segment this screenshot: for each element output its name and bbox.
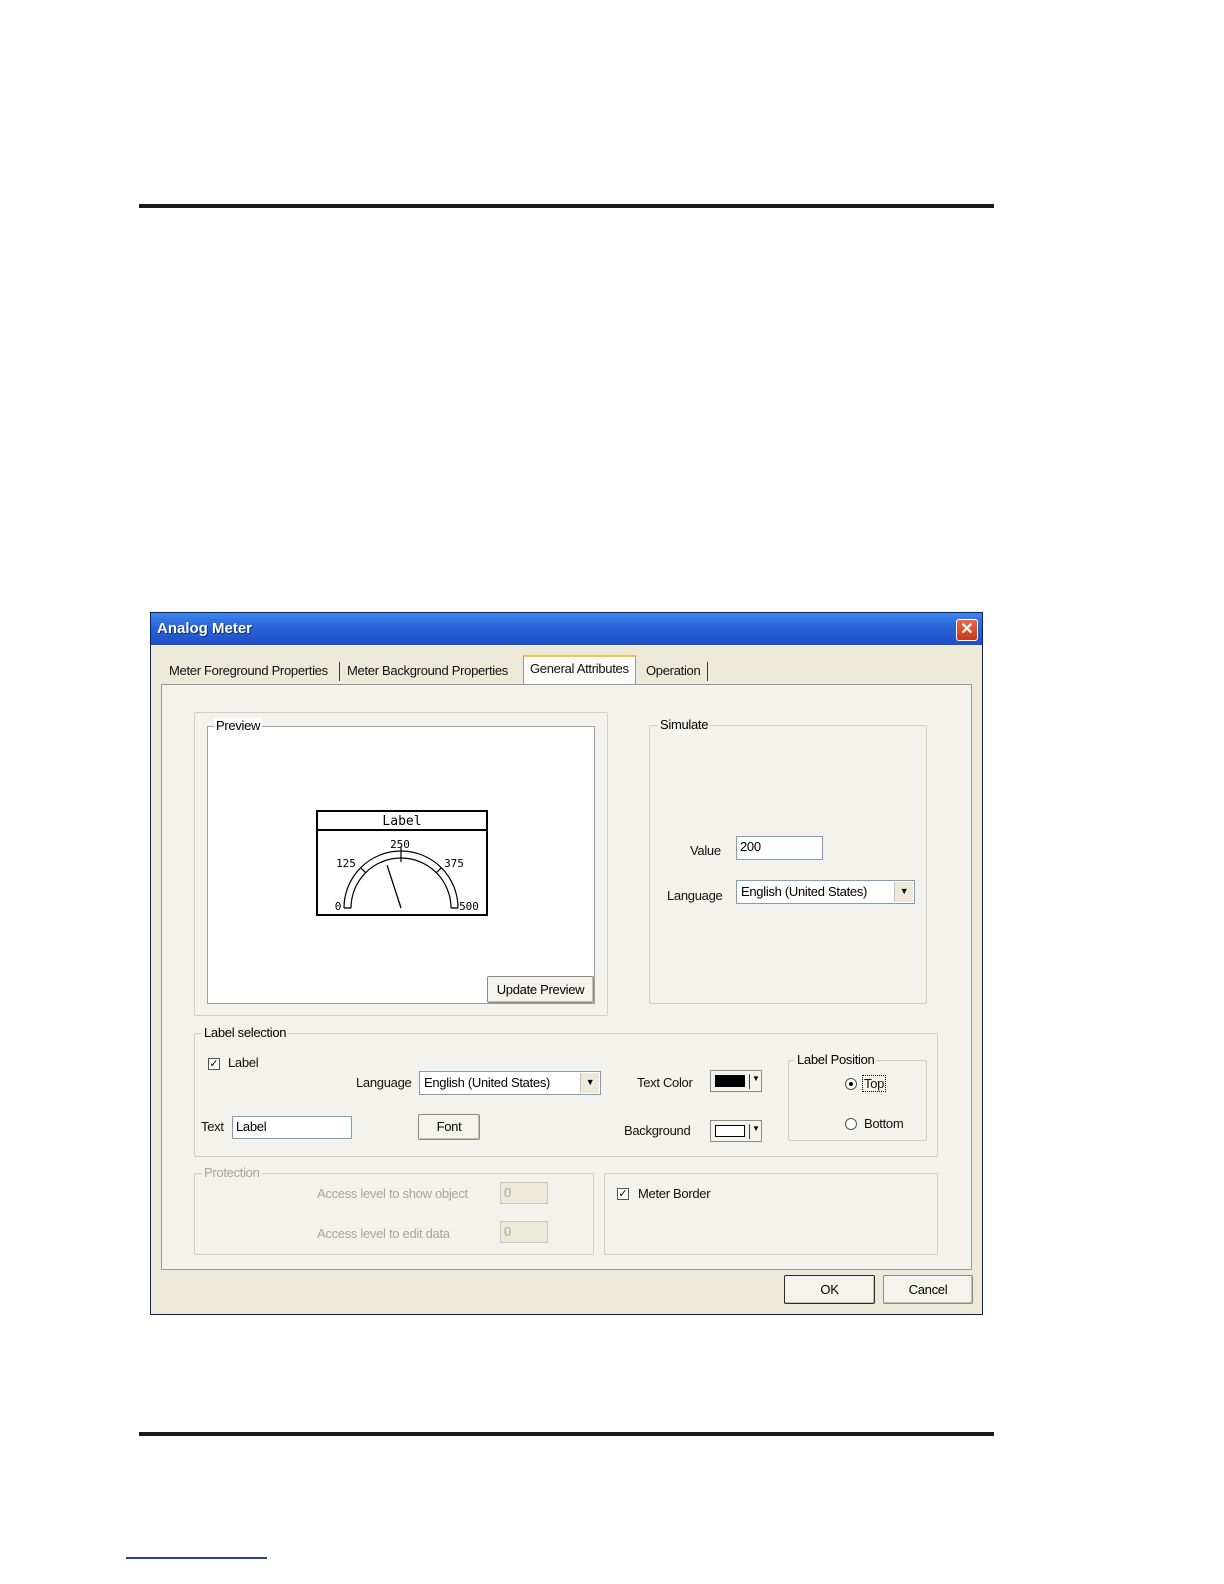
label-position-bottom-radio[interactable]: [845, 1118, 857, 1130]
background-color-swatch: [715, 1125, 745, 1137]
label-position-top-radio[interactable]: [845, 1078, 857, 1090]
text-color-label: Text Color: [637, 1075, 693, 1090]
meter-border-checkbox[interactable]: ✓: [617, 1188, 629, 1200]
tab-meter-foreground-properties[interactable]: Meter Foreground Properties: [169, 659, 328, 683]
simulate-value-input[interactable]: 200: [736, 836, 823, 860]
meter-label-text: Label: [382, 814, 421, 829]
meter-border-text: Meter Border: [638, 1186, 711, 1201]
tab-separator: [339, 662, 340, 681]
background-color-label: Background: [624, 1123, 691, 1138]
access-show-input[interactable]: 0: [500, 1182, 548, 1204]
chevron-down-icon: ▼: [752, 1124, 760, 1133]
footer-link-underline: [126, 1557, 267, 1559]
simulate-value-label: Value: [690, 843, 721, 858]
ok-button[interactable]: OK: [784, 1275, 875, 1304]
meter-tick-label: 500: [459, 900, 479, 913]
meter-tick-label: 125: [336, 857, 356, 870]
label-checkbox[interactable]: ✓: [208, 1058, 220, 1070]
update-preview-button[interactable]: Update Preview: [487, 976, 594, 1003]
close-icon[interactable]: ✕: [956, 619, 978, 641]
simulate-group: [649, 725, 927, 1004]
cancel-button[interactable]: Cancel: [883, 1275, 973, 1304]
bottom-rule: [139, 1432, 994, 1436]
simulate-language-label: Language: [667, 888, 723, 903]
divider: [749, 1124, 750, 1139]
window-title: Analog Meter: [157, 620, 253, 637]
background-color-picker[interactable]: ▼: [710, 1120, 762, 1142]
checkmark-icon: ✓: [209, 1058, 219, 1070]
label-selection-group-title: Label selection: [202, 1025, 289, 1040]
text-color-swatch: [715, 1075, 745, 1087]
text-field-label: Text: [201, 1119, 224, 1134]
font-button[interactable]: Font: [418, 1114, 480, 1140]
label-language-select[interactable]: English (United States) ▼: [419, 1071, 601, 1095]
meter-tick-label: 375: [444, 857, 464, 870]
access-edit-input[interactable]: 0: [500, 1221, 548, 1243]
label-text-input[interactable]: Label: [232, 1116, 352, 1139]
access-show-label: Access level to show object: [317, 1186, 468, 1201]
tab-separator: [707, 662, 708, 681]
meter-tick-label: 250: [390, 838, 410, 851]
chevron-down-icon: ▼: [752, 1074, 760, 1083]
simulate-language-select[interactable]: English (United States) ▼: [736, 880, 915, 904]
label-position-group-title: Label Position: [795, 1052, 877, 1067]
label-language-value: English (United States): [424, 1075, 551, 1090]
divider: [749, 1074, 750, 1089]
checkmark-icon: ✓: [618, 1188, 628, 1200]
text-color-picker[interactable]: ▼: [710, 1070, 762, 1092]
label-position-top-text: Top: [861, 1075, 887, 1092]
title-bar[interactable]: Analog Meter ✕: [151, 613, 982, 645]
chevron-down-icon[interactable]: ▼: [580, 1073, 599, 1093]
meter-tick-label: 0: [335, 900, 342, 913]
access-edit-label: Access level to edit data: [317, 1226, 450, 1241]
tab-operation[interactable]: Operation: [646, 659, 701, 683]
tab-general-attributes[interactable]: General Attributes: [523, 655, 636, 685]
label-language-label: Language: [356, 1075, 412, 1090]
protection-group-title: Protection: [202, 1165, 262, 1180]
label-position-group: [788, 1060, 927, 1141]
analog-meter-preview: Label 0 125 250 375 500: [316, 810, 488, 916]
simulate-group-title: Simulate: [658, 717, 711, 732]
tab-meter-background-properties[interactable]: Meter Background Properties: [347, 659, 508, 683]
preview-group-title: Preview: [214, 718, 263, 733]
top-rule: [139, 204, 994, 208]
label-position-bottom-text: Bottom: [864, 1116, 904, 1131]
chevron-down-icon[interactable]: ▼: [894, 882, 913, 902]
label-checkbox-text: Label: [228, 1055, 259, 1070]
simulate-language-value: English (United States): [741, 884, 868, 899]
